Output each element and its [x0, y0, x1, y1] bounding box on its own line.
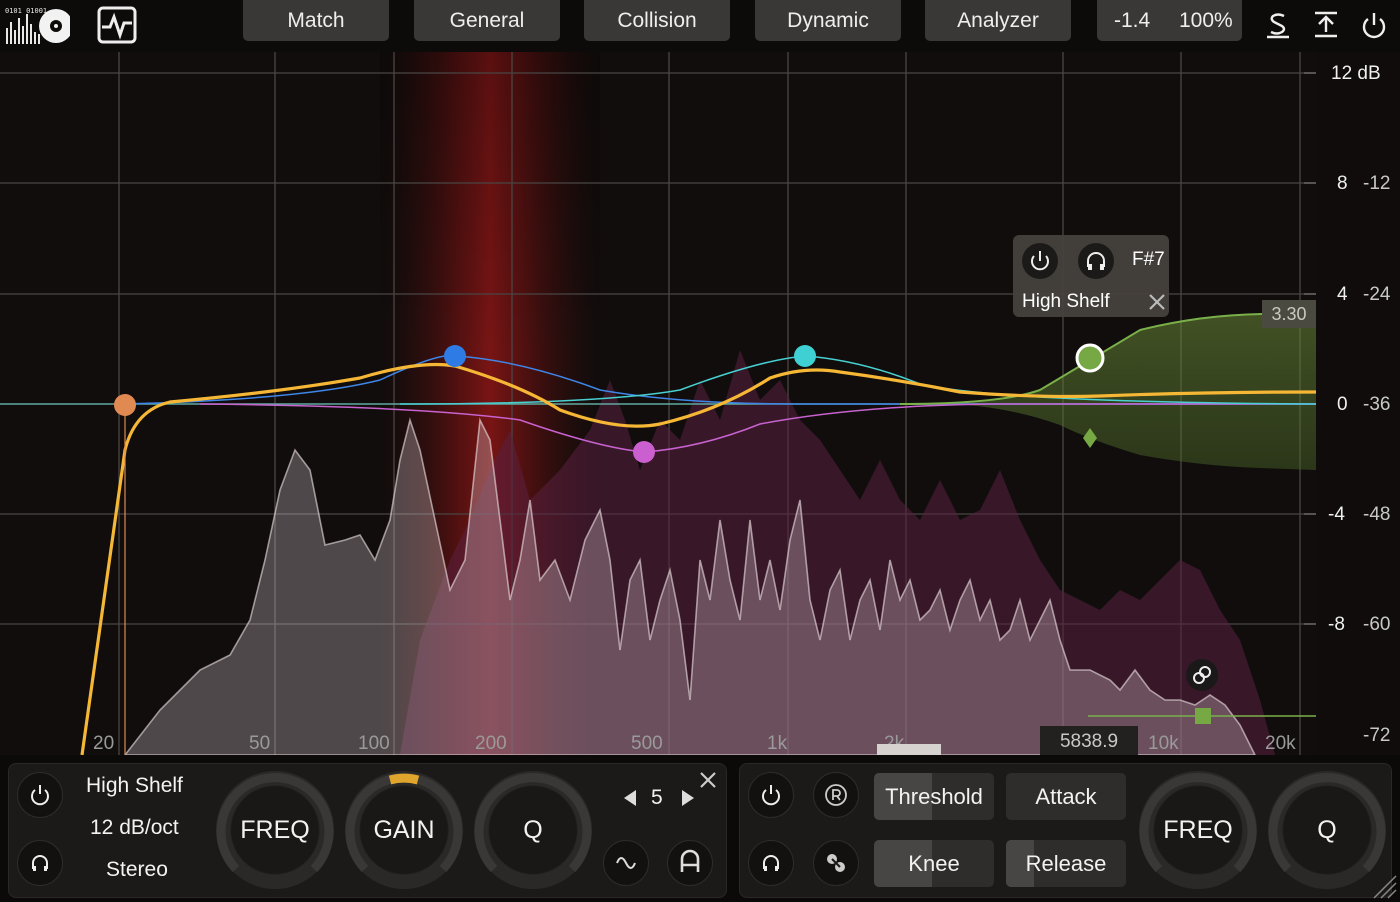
registered-icon	[825, 784, 847, 806]
sidechain-button[interactable]	[813, 840, 859, 886]
release-label: Release	[1025, 851, 1107, 876]
display-scrollbar[interactable]	[877, 744, 941, 755]
knee-label: Knee	[908, 851, 960, 876]
band-gain-knob[interactable]: GAIN	[345, 771, 463, 889]
popup-power-button[interactable]	[1022, 243, 1058, 279]
band4-handle[interactable]	[794, 345, 816, 367]
dynamic-solo-button[interactable]	[748, 840, 794, 886]
tab-dynamic[interactable]: Dynamic	[755, 0, 901, 41]
band-panel: High Shelf 12 dB/oct Stereo FREQ GAIN Q …	[8, 763, 727, 898]
dynamic-freq-label: FREQ	[1163, 816, 1233, 844]
band1-handle[interactable]	[114, 394, 136, 416]
next-band-icon[interactable]	[677, 788, 697, 808]
resize-grip-icon[interactable]	[1370, 872, 1398, 900]
svg-text:0101 01001: 0101 01001	[5, 7, 47, 15]
freq-label-1k: 1k	[767, 733, 788, 754]
auto-gain-button[interactable]	[667, 840, 713, 886]
band-freq-label: FREQ	[240, 816, 310, 844]
output-mix[interactable]: 100%	[1179, 9, 1233, 33]
attack-label: Attack	[1035, 784, 1097, 809]
phase-mode-button[interactable]	[603, 840, 649, 886]
attack-button[interactable]: Attack	[1006, 773, 1126, 820]
threshold-label: Threshold	[885, 784, 983, 809]
tab-general[interactable]: General	[414, 0, 560, 41]
power-icon	[762, 785, 780, 806]
channel-selector[interactable]: Stereo	[106, 858, 168, 882]
db-label-0: 0	[1337, 394, 1348, 415]
sine-icon	[616, 857, 636, 869]
headphones-icon	[32, 855, 48, 871]
spectrum-label-minus24: -24	[1363, 284, 1391, 305]
top-bar: 0101 01001 Match General Collision Dynam…	[0, 0, 1400, 52]
freq-label-10k: 10k	[1148, 733, 1179, 754]
dynamic-q-knob[interactable]: Q	[1268, 771, 1386, 889]
freq-label-500: 500	[631, 733, 663, 754]
headphones-icon	[1087, 252, 1105, 270]
dynamic-handle[interactable]	[1195, 708, 1211, 724]
band2-handle[interactable]	[444, 345, 466, 367]
threshold-button[interactable]: Threshold	[874, 773, 994, 820]
power-icon	[31, 785, 49, 806]
freq-label-200: 200	[475, 733, 507, 754]
band-number: 5	[651, 786, 663, 809]
dynamic-panel: Threshold Attack Knee Release FREQ Q	[739, 763, 1392, 898]
spectrum-toggle-icon[interactable]	[96, 5, 138, 45]
freq-label-20: 20	[93, 733, 115, 754]
tab-collision[interactable]: Collision	[584, 0, 730, 41]
spectrum-label-minus72: -72	[1363, 725, 1391, 746]
spectrum-label-minus12: -12	[1363, 173, 1391, 194]
dynamic-relative-button[interactable]	[813, 772, 859, 818]
freq-label-50: 50	[249, 733, 271, 754]
band-power-button[interactable]	[17, 772, 63, 818]
dynamic-power-button[interactable]	[748, 772, 794, 818]
pin-icon[interactable]	[1312, 10, 1340, 40]
close-icon[interactable]	[1145, 290, 1169, 314]
freq-label-20k: 20k	[1265, 733, 1296, 754]
band-gain-label: GAIN	[373, 816, 435, 844]
db-label-minus4: -4	[1328, 504, 1345, 525]
band-solo-button[interactable]	[17, 840, 63, 886]
db-label-4: 4	[1337, 284, 1348, 305]
hover-frequency-readout: 5838.9	[1040, 726, 1138, 755]
popup-filter-type[interactable]: High Shelf	[1022, 291, 1110, 313]
db-label-12: 12 dB	[1331, 63, 1381, 84]
prev-band-icon[interactable]	[621, 788, 641, 808]
tab-analyzer[interactable]: Analyzer	[925, 0, 1071, 41]
power-icon	[1031, 251, 1049, 271]
dynamic-q-label: Q	[1317, 816, 1337, 844]
band-value-tag: 3.30	[1262, 300, 1316, 328]
band-popup: F#7 High Shelf	[1013, 235, 1169, 317]
knee-button[interactable]: Knee	[874, 840, 994, 887]
slope-selector[interactable]: 12 dB/oct	[90, 816, 179, 840]
band-q-knob[interactable]: Q	[474, 771, 592, 889]
spectrum-label-minus60: -60	[1363, 614, 1391, 635]
band3-handle[interactable]	[633, 441, 655, 463]
headphones-icon	[763, 855, 779, 871]
popup-solo-button[interactable]	[1078, 243, 1114, 279]
db-label-8: 8	[1337, 173, 1348, 194]
band-freq-knob[interactable]: FREQ	[216, 771, 334, 889]
delete-band-icon[interactable]	[697, 769, 719, 791]
eq-display[interactable]	[0, 52, 1400, 755]
freq-label-100: 100	[358, 733, 390, 754]
band-q-label: Q	[523, 816, 543, 844]
power-icon[interactable]	[1360, 10, 1388, 40]
popup-note: F#7	[1132, 249, 1165, 270]
filter-type-selector[interactable]: High Shelf	[86, 774, 183, 798]
logo-icon: 0101 01001	[5, 7, 70, 44]
db-label-minus8: -8	[1328, 614, 1345, 635]
dynamic-freq-knob[interactable]: FREQ	[1139, 771, 1257, 889]
spectrum-label-minus48: -48	[1363, 504, 1391, 525]
auto-icon	[680, 849, 700, 872]
output-box: -1.4 100%	[1097, 0, 1242, 41]
output-gain[interactable]: -1.4	[1114, 9, 1150, 33]
tab-match[interactable]: Match	[243, 0, 389, 41]
release-button[interactable]: Release	[1006, 840, 1126, 887]
stereo-mode-icon[interactable]	[1264, 10, 1292, 40]
spectrum-label-minus36: -36	[1363, 394, 1391, 415]
band5-handle[interactable]	[1075, 343, 1105, 373]
sidechain-icon	[827, 854, 845, 872]
